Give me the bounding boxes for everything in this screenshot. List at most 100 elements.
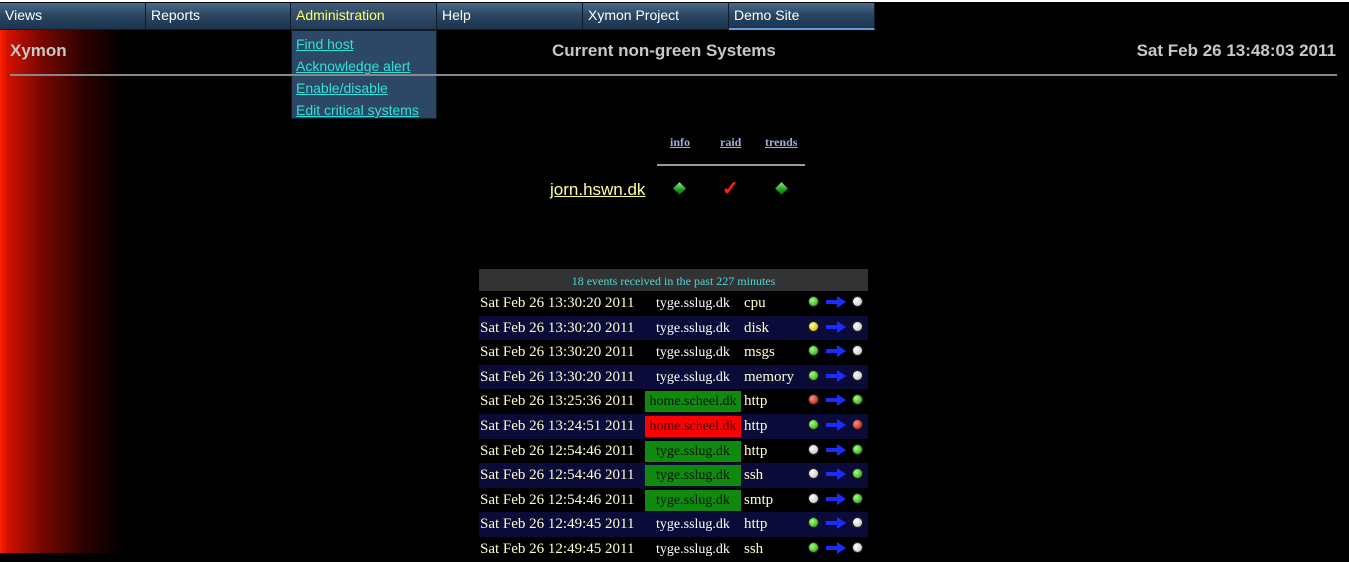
green-face-icon[interactable] (808, 418, 819, 430)
green-face-icon[interactable] (808, 345, 819, 357)
table-row: Sat Feb 26 13:25:36 2011 home.scheel.dk ht… (479, 389, 868, 414)
clear-face-icon[interactable] (852, 296, 863, 307)
arrow-right-icon (826, 418, 846, 431)
red-face-icon[interactable] (808, 394, 819, 406)
table-row: Sat Feb 26 13:24:51 2011 home.scheel.dk ht… (479, 413, 868, 439)
host-link[interactable]: jorn.hswn.dk (550, 180, 645, 200)
clear-face-icon[interactable] (808, 468, 819, 480)
column-header-divider (657, 164, 805, 166)
green-face-icon[interactable] (808, 296, 819, 307)
green-face-icon[interactable] (808, 541, 819, 553)
green-face-icon[interactable] (852, 468, 863, 480)
event-test: http (744, 393, 768, 410)
event-host-link[interactable]: tyge.sslug.dk (645, 342, 741, 363)
event-test: smtp (744, 491, 774, 508)
arrow-right-icon (826, 492, 846, 505)
enable-disable-link[interactable]: Enable/disable (296, 77, 436, 99)
arrow-right-icon (826, 296, 846, 308)
green-diamond-icon[interactable] (775, 182, 788, 195)
event-test: http (744, 516, 768, 533)
event-host-link[interactable]: tyge.sslug.dk (645, 539, 741, 560)
event-host-link[interactable]: tyge.sslug.dk (645, 465, 741, 487)
events-heading: 18 events received in the past 227 minut… (479, 269, 868, 291)
table-row: Sat Feb 26 12:54:46 2011 tyge.sslug.dk ssh (479, 463, 868, 488)
column-header-trends[interactable]: trends (765, 135, 797, 150)
red-side-gradient (0, 30, 130, 553)
event-time: Sat Feb 26 12:49:45 2011 (480, 540, 635, 557)
clear-face-icon[interactable] (852, 320, 863, 332)
arrow-right-icon (826, 345, 846, 358)
green-face-icon[interactable] (808, 369, 819, 381)
menu-reports[interactable]: Reports (146, 3, 291, 30)
event-host-link[interactable]: home.scheel.dk (645, 391, 741, 413)
event-host-link[interactable]: tyge.sslug.dk (645, 440, 741, 462)
event-time: Sat Feb 26 13:30:20 2011 (480, 319, 635, 336)
arrow-right-icon (826, 320, 846, 333)
clear-face-icon[interactable] (808, 443, 819, 455)
edit-critical-systems-link[interactable]: Edit critical systems (296, 99, 436, 121)
event-host-link[interactable]: home.scheel.dk (645, 415, 741, 437)
event-test: http (744, 417, 768, 434)
page-header: Xymon Current non-green Systems Sat Feb … (0, 41, 1349, 65)
arrow-right-icon (826, 517, 846, 530)
event-test: disk (744, 319, 770, 336)
event-time: Sat Feb 26 12:49:45 2011 (480, 516, 635, 533)
event-time: Sat Feb 26 13:30:20 2011 (480, 295, 635, 311)
table-row: Sat Feb 26 13:30:20 2011 tyge.sslug.dk dis… (479, 315, 868, 341)
event-test: memory (744, 368, 794, 385)
table-row: Sat Feb 26 12:54:46 2011 tyge.sslug.dk htt… (479, 439, 868, 464)
green-face-icon[interactable] (852, 492, 863, 504)
event-host-link[interactable]: tyge.sslug.dk (645, 318, 741, 339)
page-title: Current non-green Systems (552, 41, 776, 60)
column-header-raid[interactable]: raid (720, 135, 741, 150)
arrow-right-icon (826, 394, 846, 407)
event-time: Sat Feb 26 13:24:51 2011 (480, 417, 635, 434)
column-header-info[interactable]: info (670, 135, 690, 150)
event-host-link[interactable]: tyge.sslug.dk (645, 514, 741, 535)
arrow-right-icon (826, 443, 846, 456)
event-time: Sat Feb 26 13:30:20 2011 (480, 344, 635, 361)
clear-face-icon[interactable] (808, 492, 819, 504)
event-time: Sat Feb 26 12:54:46 2011 (480, 442, 635, 459)
event-test: http (744, 442, 768, 459)
event-host-link[interactable]: tyge.sslug.dk (645, 489, 741, 511)
menu-bar: Views Reports Administration Help Xymon … (0, 3, 875, 30)
event-test: ssh (744, 467, 764, 484)
event-host-link[interactable]: tyge.sslug.dk (645, 293, 741, 314)
clear-face-icon[interactable] (852, 345, 863, 357)
clear-face-icon[interactable] (852, 369, 863, 381)
green-diamond-icon[interactable] (673, 182, 686, 195)
green-face-icon[interactable] (808, 517, 819, 529)
table-row: Sat Feb 26 12:54:46 2011 tyge.sslug.dk smt… (479, 488, 868, 513)
menu-help[interactable]: Help (437, 3, 583, 30)
arrow-right-icon (826, 541, 846, 554)
yellow-face-icon[interactable] (808, 320, 819, 332)
green-face-icon[interactable] (852, 394, 863, 406)
green-face-icon[interactable] (852, 443, 863, 455)
clear-face-icon[interactable] (852, 517, 863, 529)
event-test: ssh (744, 540, 764, 557)
event-host-link[interactable]: tyge.sslug.dk (645, 367, 741, 388)
event-test: msgs (744, 344, 775, 361)
event-time: Sat Feb 26 12:54:46 2011 (480, 467, 635, 484)
event-time: Sat Feb 26 13:30:20 2011 (480, 368, 635, 385)
window-top-border (0, 0, 1349, 2)
menu-xymon-project[interactable]: Xymon Project (583, 3, 729, 30)
arrow-right-icon (826, 468, 846, 481)
menu-demo-site[interactable]: Demo Site (729, 3, 875, 30)
arrow-right-icon (826, 369, 846, 382)
event-time: Sat Feb 26 13:25:36 2011 (480, 393, 635, 410)
table-row: Sat Feb 26 13:30:20 2011 tyge.sslug.dk mem… (479, 364, 868, 390)
menu-administration[interactable]: Administration (291, 3, 437, 30)
page-datetime: Sat Feb 26 13:48:03 2011 (1136, 41, 1336, 60)
table-row: Sat Feb 26 13:30:20 2011 tyge.sslug.dk msg… (479, 340, 868, 365)
table-row: Sat Feb 26 13:30:20 2011 tyge.sslug.dk cpu (479, 291, 868, 316)
menu-views[interactable]: Views (0, 3, 146, 30)
header-divider (10, 74, 1337, 76)
red-face-icon[interactable] (852, 418, 863, 430)
event-test: cpu (744, 295, 766, 311)
brand-label: Xymon (10, 41, 67, 60)
clear-face-icon[interactable] (852, 541, 863, 553)
red-check-icon[interactable]: ✓ (722, 176, 739, 201)
event-time: Sat Feb 26 12:54:46 2011 (480, 491, 635, 508)
